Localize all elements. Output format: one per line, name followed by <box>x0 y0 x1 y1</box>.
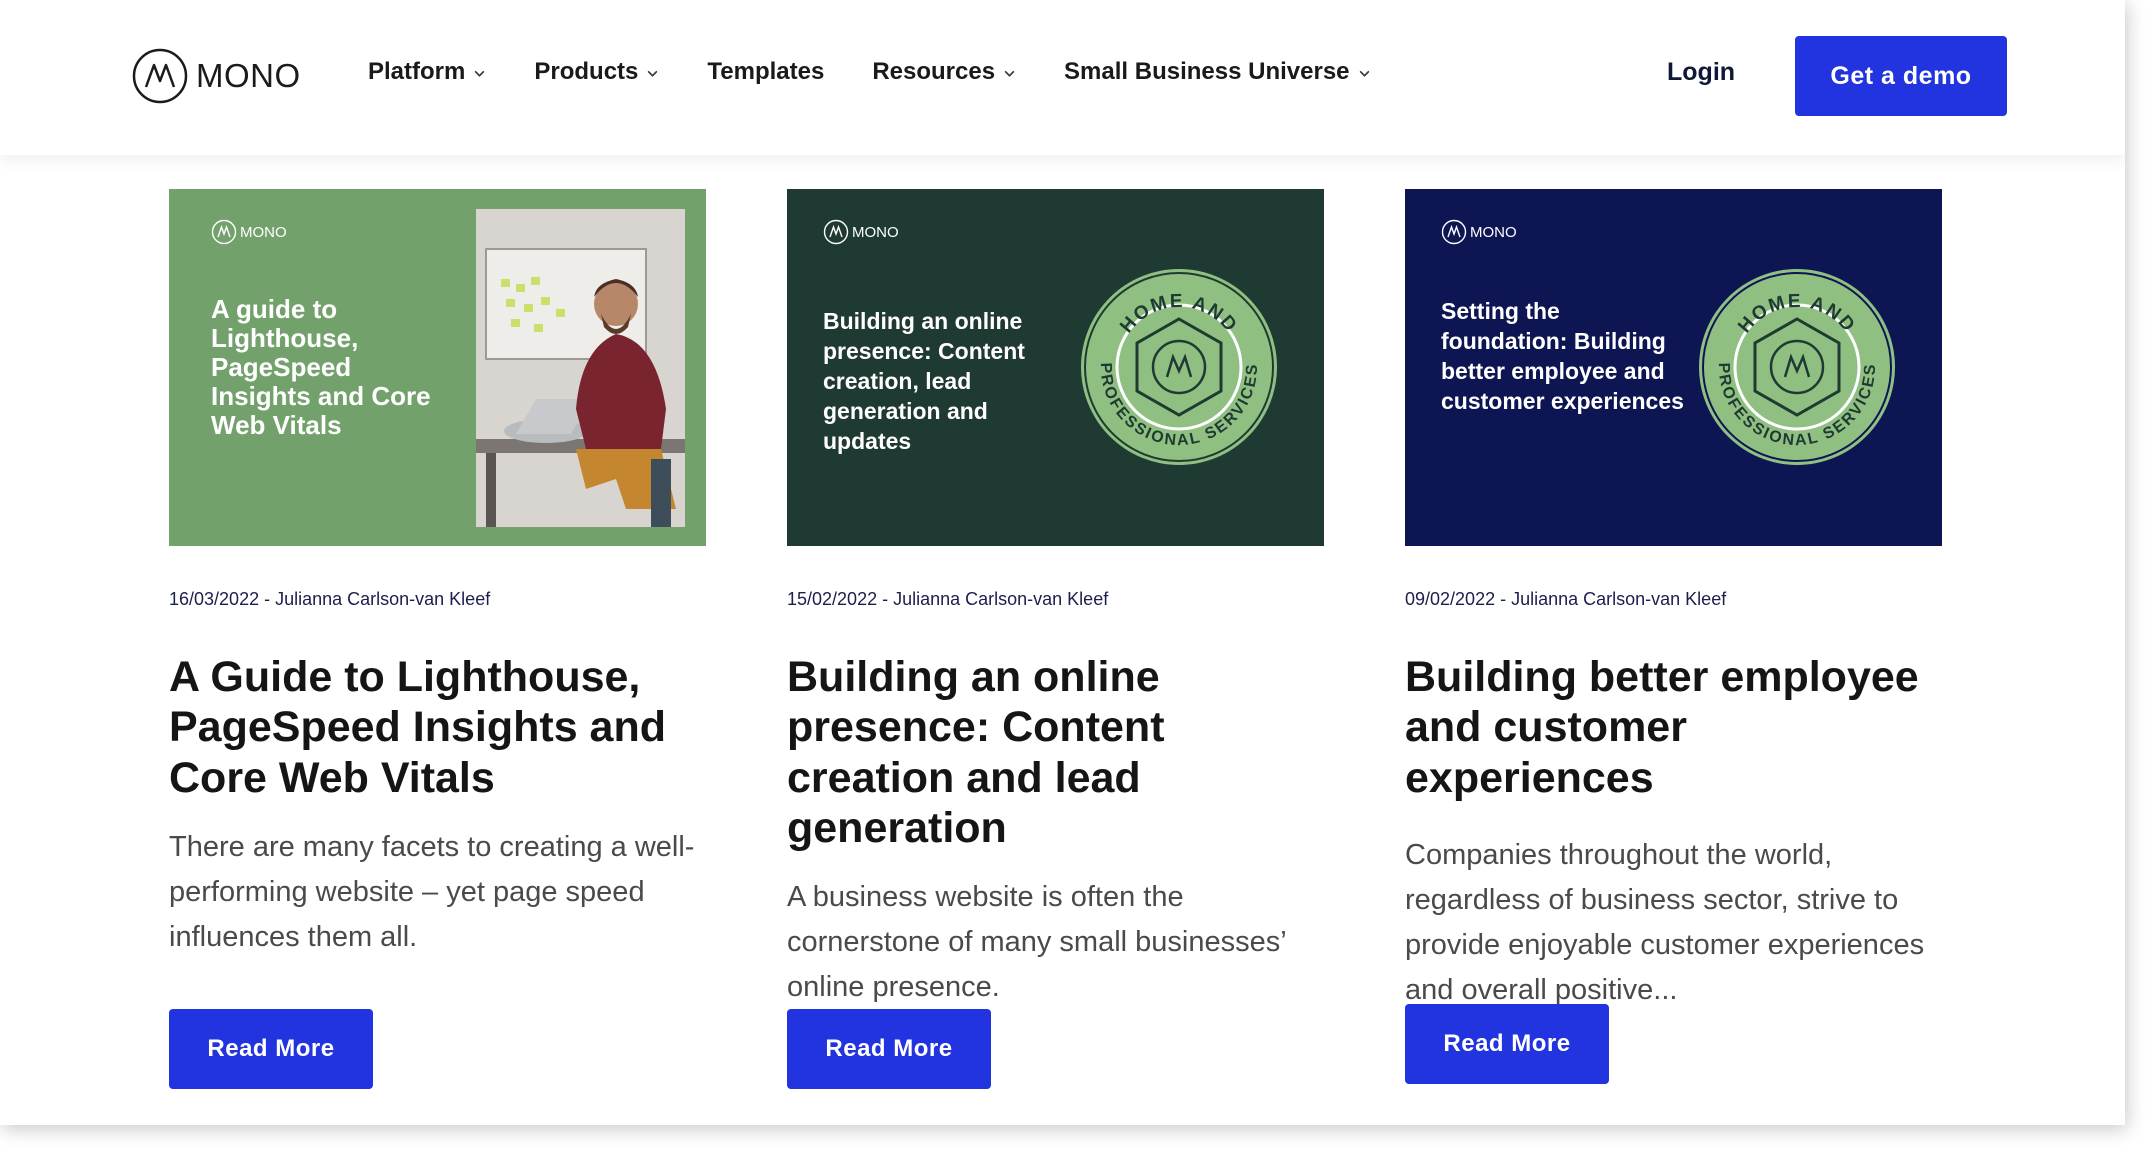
nav-label: Small Business Universe <box>1064 58 1350 85</box>
article-description: There are many facets to creating a well… <box>169 830 695 953</box>
thumb-headline: A guide to Lighthouse, PageSpeed Insight… <box>211 294 431 441</box>
article-card: MONO Setting the foundation: Building be… <box>1405 189 1942 1013</box>
article-title[interactable]: Building better employee and customer ex… <box>1405 652 1942 803</box>
get-demo-button[interactable]: Get a demo <box>1795 36 2007 116</box>
page: MONO Platform Products Templates Resourc… <box>0 0 2125 1125</box>
chevron-down-icon <box>1359 70 1369 77</box>
chevron-down-icon <box>647 70 658 77</box>
nav-label: Resources <box>872 58 996 85</box>
mono-logo-icon <box>132 48 188 104</box>
person-at-laptop-photo <box>476 209 685 527</box>
thumb-logo: MONO <box>1441 219 1517 245</box>
article-thumbnail[interactable]: MONO A guide to Lighthouse, PageSpeed In… <box>169 189 706 546</box>
mono-logo-icon <box>823 219 849 245</box>
article-card: MONO A guide to Lighthouse, PageSpeed In… <box>169 189 706 960</box>
nav-small-business-universe[interactable]: Small Business Universe <box>1064 58 1370 86</box>
mono-logo-icon <box>1441 219 1467 245</box>
article-meta: 16/03/2022 - Julianna Carlson-van Kleef <box>169 589 491 609</box>
thumb-logo: MONO <box>823 219 899 245</box>
article-description: Companies throughout the world, regardle… <box>1405 838 1925 1006</box>
article-title[interactable]: Building an online presence: Content cre… <box>787 652 1324 853</box>
article-meta: 09/02/2022 - Julianna Carlson-van Kleef <box>1405 589 1727 609</box>
article-card: MONO Building an online presence: Conten… <box>787 189 1324 1010</box>
nav-templates[interactable]: Templates <box>707 58 824 86</box>
thumb-logo: MONO <box>211 219 287 245</box>
thumb-brand: MONO <box>852 223 899 241</box>
nav-platform[interactable]: Platform <box>368 58 486 86</box>
mono-logo-icon <box>211 219 237 245</box>
login-link[interactable]: Login <box>1667 58 1735 87</box>
main-nav: Platform Products Templates Resources Sm… <box>368 58 1419 86</box>
article-thumbnail[interactable]: MONO Setting the foundation: Building be… <box>1405 189 1942 546</box>
nav-resources[interactable]: Resources <box>872 58 1016 86</box>
thumb-headline: Building an online presence: Content cre… <box>823 308 1025 454</box>
nav-products[interactable]: Products <box>534 58 659 86</box>
read-more-button[interactable]: Read More <box>787 1009 991 1089</box>
read-more-button[interactable]: Read More <box>169 1009 373 1089</box>
read-more-button[interactable]: Read More <box>1405 1004 1609 1084</box>
thumb-headline: Setting the foundation: Building better … <box>1441 298 1684 414</box>
article-thumbnail[interactable]: MONO Building an online presence: Conten… <box>787 189 1324 546</box>
chevron-down-icon <box>474 70 485 77</box>
brand-name: MONO <box>196 57 301 94</box>
chevron-down-icon <box>1004 70 1015 77</box>
nav-label: Templates <box>707 58 825 85</box>
nav-label: Platform <box>368 58 466 85</box>
article-title[interactable]: A Guide to Lighthouse, PageSpeed Insight… <box>169 652 706 803</box>
home-and-professional-services-badge: HOME AND PROFESSIONAL SERVICES <box>1699 269 1895 465</box>
home-and-professional-services-badge: HOME AND PROFESSIONAL SERVICES <box>1081 269 1277 465</box>
article-description: A business website is often the cornerst… <box>787 881 1286 1004</box>
site-header: MONO Platform Products Templates Resourc… <box>0 0 2125 155</box>
thumb-brand: MONO <box>240 223 287 241</box>
thumb-brand: MONO <box>1470 223 1517 241</box>
article-meta: 15/02/2022 - Julianna Carlson-van Kleef <box>787 589 1109 609</box>
mono-logo[interactable]: MONO <box>132 48 301 104</box>
nav-label: Products <box>534 58 639 85</box>
